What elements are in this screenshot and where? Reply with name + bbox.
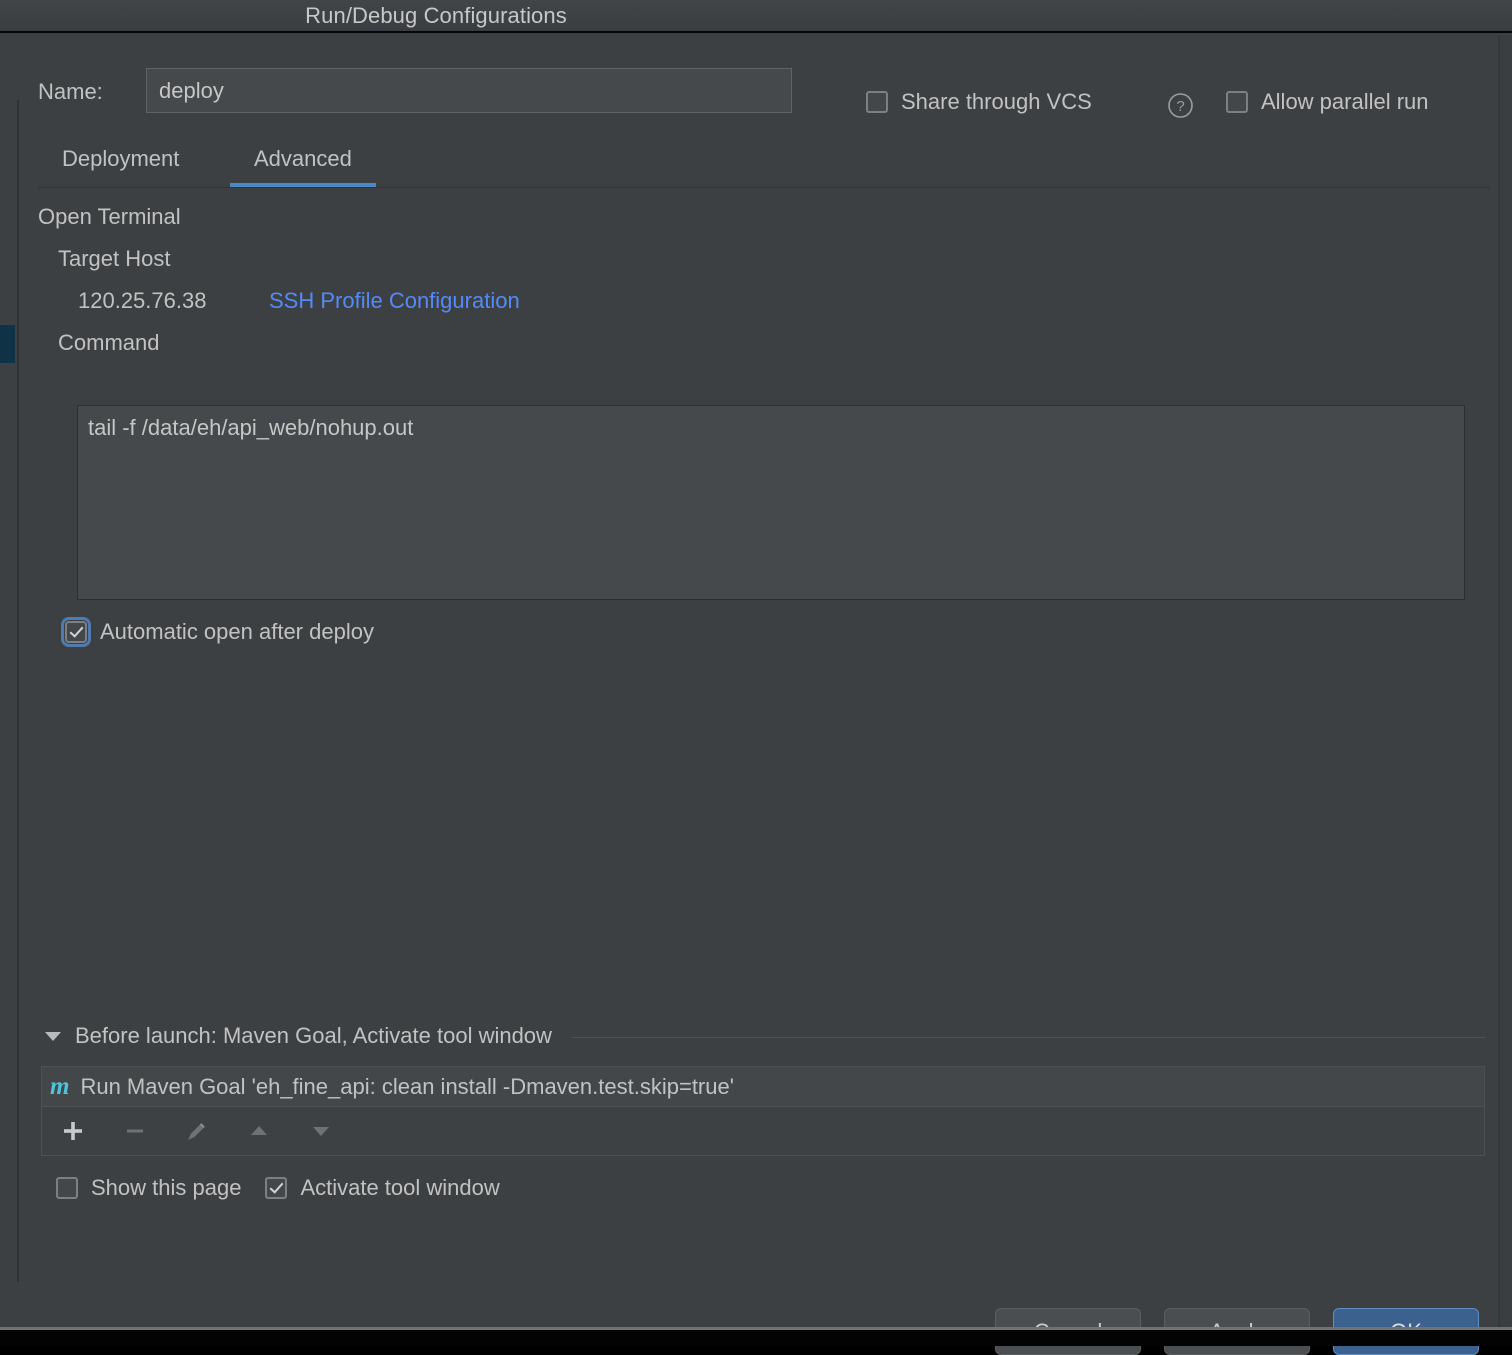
allow-parallel-run-checkbox[interactable]: Allow parallel run bbox=[1226, 89, 1429, 115]
allow-parallel-run-label: Allow parallel run bbox=[1261, 89, 1429, 114]
ssh-profile-configuration-link[interactable]: SSH Profile Configuration bbox=[269, 288, 520, 314]
name-row: Name: deploy Share through VCS ? Allow p… bbox=[0, 55, 1512, 119]
before-launch-toolbar bbox=[41, 1106, 1485, 1156]
before-launch-options: Show this page Activate tool window bbox=[56, 1175, 500, 1201]
tab-bar-divider bbox=[38, 187, 1490, 188]
share-through-vcs-checkbox[interactable]: Share through VCS bbox=[866, 89, 1092, 115]
dialog-title: Run/Debug Configurations bbox=[305, 2, 567, 28]
window-bottom-shadow bbox=[0, 1330, 1512, 1346]
command-textarea[interactable]: tail -f /data/eh/api_web/nohup.out bbox=[77, 405, 1465, 600]
maven-icon: m bbox=[50, 1073, 70, 1100]
command-label: Command bbox=[58, 330, 160, 355]
automatic-open-after-deploy-label: Automatic open after deploy bbox=[100, 619, 374, 644]
show-this-page-label: Show this page bbox=[91, 1175, 242, 1200]
chevron-down-icon[interactable] bbox=[45, 1031, 61, 1041]
pencil-icon[interactable] bbox=[180, 1114, 214, 1148]
activate-tool-window-label: Activate tool window bbox=[300, 1175, 500, 1200]
run-debug-configurations-dialog: Run/Debug Configurations Name: deploy Sh… bbox=[0, 0, 1512, 1355]
dialog-footer: Cancel Apply OK bbox=[0, 1275, 1512, 1355]
tab-label: Advanced bbox=[254, 145, 352, 171]
left-tree-panel-edge bbox=[0, 100, 17, 1280]
share-through-vcs-label: Share through VCS bbox=[901, 89, 1092, 114]
name-label: Name: bbox=[38, 79, 103, 104]
right-scroll-rail[interactable] bbox=[1500, 35, 1512, 1330]
name-input[interactable]: deploy bbox=[146, 68, 792, 113]
before-launch-list-row[interactable]: m Run Maven Goal 'eh_fine_api: clean ins… bbox=[41, 1066, 1485, 1106]
activate-tool-window-checkbox[interactable]: Activate tool window bbox=[265, 1175, 500, 1201]
svg-text:?: ? bbox=[1176, 98, 1184, 115]
checkbox-box bbox=[56, 1177, 78, 1199]
tree-selected-row-highlight bbox=[0, 325, 15, 363]
show-this-page-checkbox[interactable]: Show this page bbox=[56, 1175, 241, 1201]
open-terminal-label: Open Terminal bbox=[38, 204, 181, 229]
target-host-label: Target Host bbox=[58, 246, 171, 271]
tab-advanced[interactable]: Advanced bbox=[230, 130, 376, 187]
before-launch-header[interactable]: Before launch: Maven Goal, Activate tool… bbox=[45, 1023, 1485, 1049]
move-up-button[interactable] bbox=[242, 1114, 276, 1148]
automatic-open-after-deploy-checkbox[interactable]: Automatic open after deploy bbox=[61, 617, 374, 647]
left-panel-divider bbox=[17, 100, 19, 1282]
before-launch-rule bbox=[571, 1036, 1485, 1038]
dialog-content: Name: deploy Share through VCS ? Allow p… bbox=[0, 35, 1512, 1355]
add-button[interactable] bbox=[56, 1114, 90, 1148]
tab-deployment[interactable]: Deployment bbox=[38, 130, 203, 187]
checkbox-box bbox=[61, 617, 91, 647]
question-circle-icon[interactable]: ? bbox=[1167, 92, 1194, 119]
move-down-button[interactable] bbox=[304, 1114, 338, 1148]
checkbox-box bbox=[866, 91, 888, 113]
tab-label: Deployment bbox=[62, 145, 180, 171]
checkbox-box bbox=[265, 1177, 288, 1199]
target-host-value: 120.25.76.38 bbox=[78, 288, 207, 313]
before-launch-item-label: Run Maven Goal 'eh_fine_api: clean insta… bbox=[80, 1073, 734, 1099]
dialog-titlebar: Run/Debug Configurations bbox=[0, 0, 1512, 33]
tab-bar: Deployment Advanced bbox=[0, 130, 1512, 190]
before-launch-title: Before launch: Maven Goal, Activate tool… bbox=[75, 1023, 552, 1048]
checkbox-box bbox=[1226, 91, 1248, 113]
remove-button[interactable] bbox=[118, 1114, 152, 1148]
